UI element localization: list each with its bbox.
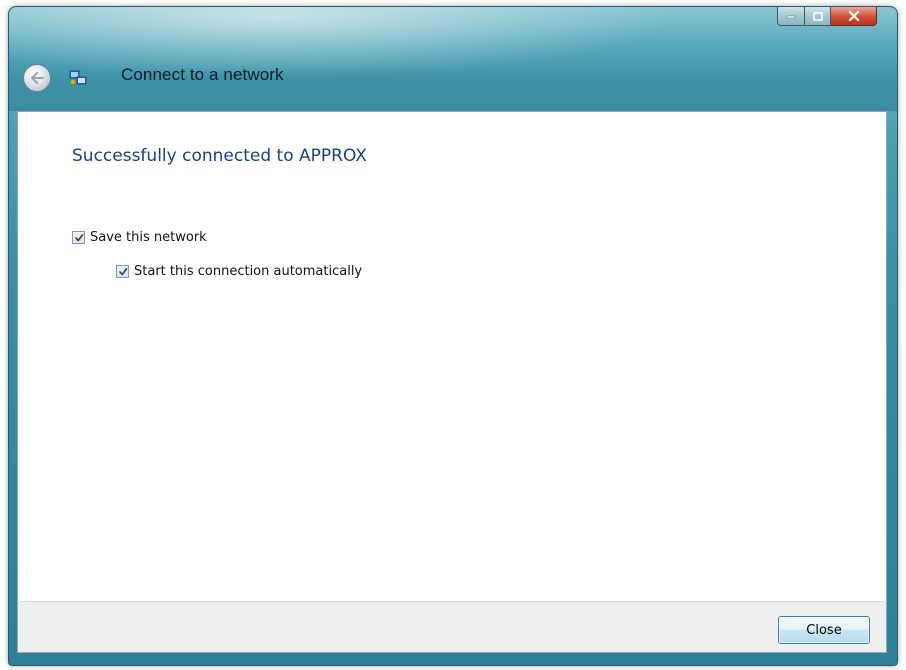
minimize-button[interactable]: [777, 7, 805, 26]
network-name: APPROX: [299, 146, 367, 166]
back-button[interactable]: [23, 64, 51, 92]
caption-buttons: [777, 7, 877, 27]
network-icon: [69, 70, 87, 87]
close-button[interactable]: Close: [778, 616, 870, 644]
auto-connect-checkbox[interactable]: [116, 265, 129, 278]
dialog-footer: Close: [17, 601, 887, 653]
close-icon: [848, 11, 859, 21]
maximize-icon: [812, 11, 823, 21]
connection-status-headline: Successfully connected to APPROX: [72, 146, 367, 166]
save-network-checkbox[interactable]: [72, 231, 85, 244]
save-network-label: Save this network: [90, 230, 207, 245]
headline-prefix: Successfully connected to: [72, 146, 299, 166]
auto-connect-label: Start this connection automatically: [134, 264, 363, 279]
maximize-button[interactable]: [805, 7, 831, 26]
close-window-button[interactable]: [831, 7, 877, 26]
title-bar: Connect to a network: [9, 7, 897, 111]
checkmark-icon: [119, 268, 128, 276]
checkmark-icon: [75, 234, 84, 242]
minimize-icon: [786, 15, 796, 19]
back-arrow-icon: [31, 72, 44, 84]
save-network-option[interactable]: Save this network: [72, 230, 207, 245]
dialog-window: Connect to a network Successfully connec…: [8, 6, 898, 666]
window-title: Connect to a network: [121, 65, 284, 84]
auto-connect-option[interactable]: Start this connection automatically: [116, 264, 362, 279]
dialog-content: Successfully connected to APPROX Save th…: [17, 111, 887, 601]
